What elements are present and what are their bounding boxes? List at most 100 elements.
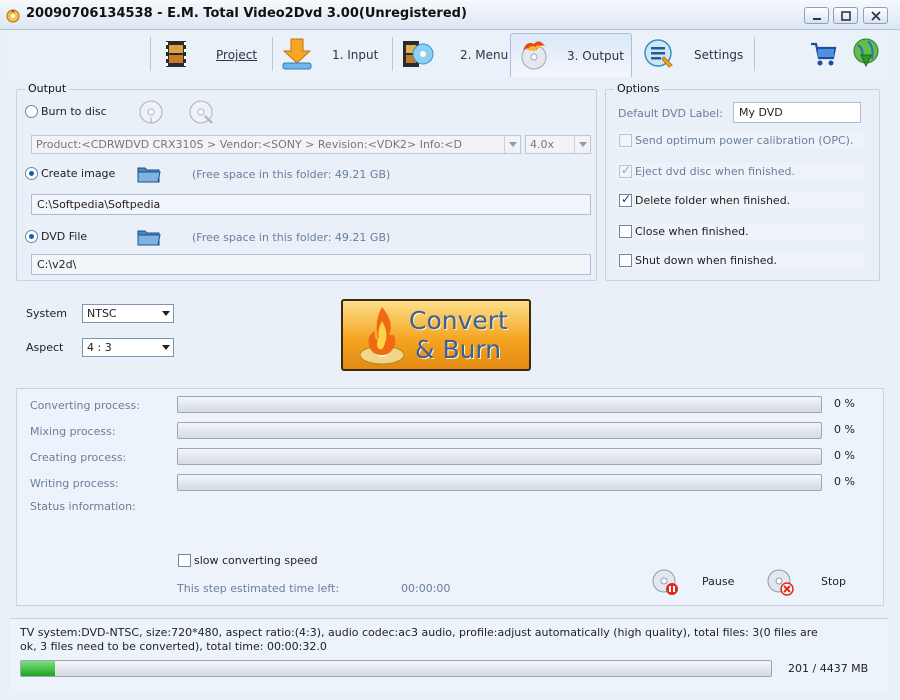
- minimize-button[interactable]: [804, 7, 829, 24]
- burn-to-disc-radio[interactable]: [25, 105, 38, 118]
- convert-burn-button[interactable]: Convert & Burn: [341, 299, 531, 371]
- burn-to-disc-label: Burn to disc: [41, 105, 107, 118]
- shutdown-checkbox[interactable]: [619, 254, 632, 267]
- shutdown-row: Shut down when finished.: [616, 252, 864, 269]
- converting-percent: 0 %: [834, 397, 855, 410]
- tab-menu[interactable]: 2. Menu: [394, 33, 510, 77]
- slow-speed-checkbox[interactable]: [178, 554, 191, 567]
- download-arrow-icon: [282, 38, 312, 70]
- mixing-progress-bar: [177, 422, 822, 439]
- pause-label[interactable]: Pause: [702, 575, 734, 588]
- maximize-button[interactable]: [833, 7, 858, 24]
- dvd-label-caption: Default DVD Label:: [618, 107, 723, 120]
- options-group-title: Options: [614, 82, 663, 95]
- speed-select[interactable]: 4.0x: [525, 135, 591, 154]
- tab-input-label: 1. Input: [332, 48, 379, 62]
- tab-output[interactable]: 3. Output: [510, 33, 632, 77]
- create-image-radio[interactable]: [25, 167, 38, 180]
- convert-burn-line2: & Burn: [415, 335, 502, 364]
- tab-bar: Project 1. Input 2. Menu 3. Output Setti…: [8, 31, 892, 77]
- dvd-file-radio[interactable]: [25, 230, 38, 243]
- aspect-label: Aspect: [26, 341, 64, 354]
- app-icon: [6, 9, 20, 23]
- device-select-value: Product:<CDRWDVD CRX310S > Vendor:<SONY …: [36, 138, 462, 151]
- creating-progress-bar: [177, 448, 822, 465]
- close-icon: [871, 11, 881, 21]
- opc-label: Send optimum power calibration (OPC).: [635, 134, 854, 147]
- delete-folder-checkbox[interactable]: ✓: [619, 192, 632, 207]
- opc-row: Send optimum power calibration (OPC).: [616, 132, 864, 149]
- check-icon: ✓: [621, 192, 632, 206]
- image-free-space: (Free space in this folder: 49.21 GB): [192, 168, 391, 181]
- status-info-label: Status information:: [30, 500, 136, 513]
- flame-disc-icon: [359, 307, 405, 365]
- disc-erase-icon[interactable]: [187, 98, 215, 126]
- image-path-field[interactable]: C:\Softpedia\Softpedia: [31, 194, 591, 215]
- folder-icon[interactable]: [137, 164, 161, 184]
- settings-list-icon: [644, 39, 673, 68]
- maximize-icon: [841, 11, 851, 21]
- tab-separator: [272, 37, 273, 71]
- tab-settings[interactable]: Settings: [636, 33, 752, 77]
- output-group: Output Burn to disc i Product:<CDRWDVD C…: [16, 82, 597, 281]
- delete-folder-row: ✓ Delete folder when finished.: [616, 192, 864, 209]
- info-line-1: TV system:DVD-NTSC, size:720*480, aspect…: [20, 626, 818, 639]
- chevron-down-icon: [579, 142, 587, 147]
- pause-disc-icon[interactable]: [650, 567, 680, 597]
- slow-speed-label: slow converting speed: [194, 554, 318, 567]
- aspect-select-value: 4 : 3: [87, 341, 112, 354]
- disc-usage-fill: [21, 661, 55, 676]
- eta-label: This step estimated time left:: [177, 582, 340, 595]
- folder-icon[interactable]: [137, 227, 161, 247]
- tab-separator: [754, 37, 755, 71]
- converting-label: Converting process:: [30, 399, 140, 412]
- mixing-percent: 0 %: [834, 423, 855, 436]
- dvd-path-field[interactable]: C:\v2d\: [31, 254, 591, 275]
- aspect-select[interactable]: 4 : 3: [82, 338, 174, 357]
- update-globe-icon[interactable]: [850, 37, 882, 69]
- close-row: Close when finished.: [616, 223, 864, 240]
- writing-percent: 0 %: [834, 475, 855, 488]
- eject-checkbox[interactable]: ✓: [619, 163, 632, 178]
- chevron-down-icon: [162, 345, 170, 350]
- writing-progress-bar: [177, 474, 822, 491]
- creating-percent: 0 %: [834, 449, 855, 462]
- opc-checkbox[interactable]: [619, 134, 632, 147]
- options-group: Options Default DVD Label: My DVD Send o…: [605, 82, 880, 281]
- tab-input[interactable]: 1. Input: [274, 33, 390, 77]
- eta-value: 00:00:00: [401, 582, 451, 595]
- shutdown-label: Shut down when finished.: [635, 254, 778, 267]
- dvd-label-input[interactable]: My DVD: [733, 102, 861, 123]
- window-title: 20090706134538 - E.M. Total Video2Dvd 3.…: [26, 6, 467, 21]
- stop-label[interactable]: Stop: [821, 575, 846, 588]
- eject-row: ✓ Eject dvd disc when finished.: [616, 163, 864, 180]
- close-label: Close when finished.: [635, 225, 749, 238]
- tab-settings-label: Settings: [694, 48, 744, 62]
- device-select[interactable]: Product:<CDRWDVD CRX310S > Vendor:<SONY …: [31, 135, 521, 154]
- close-checkbox[interactable]: [619, 225, 632, 238]
- close-button[interactable]: [863, 7, 888, 24]
- chevron-down-icon: [509, 142, 517, 147]
- converting-progress-bar: [177, 396, 822, 413]
- tab-project[interactable]: Project: [154, 33, 270, 77]
- menu-film-disc-icon: [403, 41, 434, 67]
- tab-menu-label: 2. Menu: [460, 48, 509, 62]
- dvd-file-label: DVD File: [41, 230, 88, 243]
- tab-separator: [392, 37, 393, 71]
- stop-disc-icon[interactable]: [765, 567, 795, 597]
- shopping-cart-icon[interactable]: [808, 39, 838, 69]
- disc-usage-bar: [20, 660, 772, 677]
- disc-info-icon[interactable]: i: [137, 98, 165, 126]
- footer-panel: TV system:DVD-NTSC, size:720*480, aspect…: [10, 618, 888, 694]
- delete-folder-label: Delete folder when finished.: [635, 194, 791, 207]
- output-group-title: Output: [25, 82, 70, 95]
- system-select[interactable]: NTSC: [82, 304, 174, 323]
- speed-select-value: 4.0x: [530, 138, 555, 151]
- eject-label: Eject dvd disc when finished.: [635, 165, 796, 178]
- info-line-2: ok, 3 files need to be converted), total…: [20, 640, 327, 653]
- creating-label: Creating process:: [30, 451, 127, 464]
- writing-label: Writing process:: [30, 477, 119, 490]
- minimize-icon: [813, 18, 821, 20]
- tab-output-label: 3. Output: [567, 49, 624, 63]
- slow-speed-row: slow converting speed: [175, 552, 329, 569]
